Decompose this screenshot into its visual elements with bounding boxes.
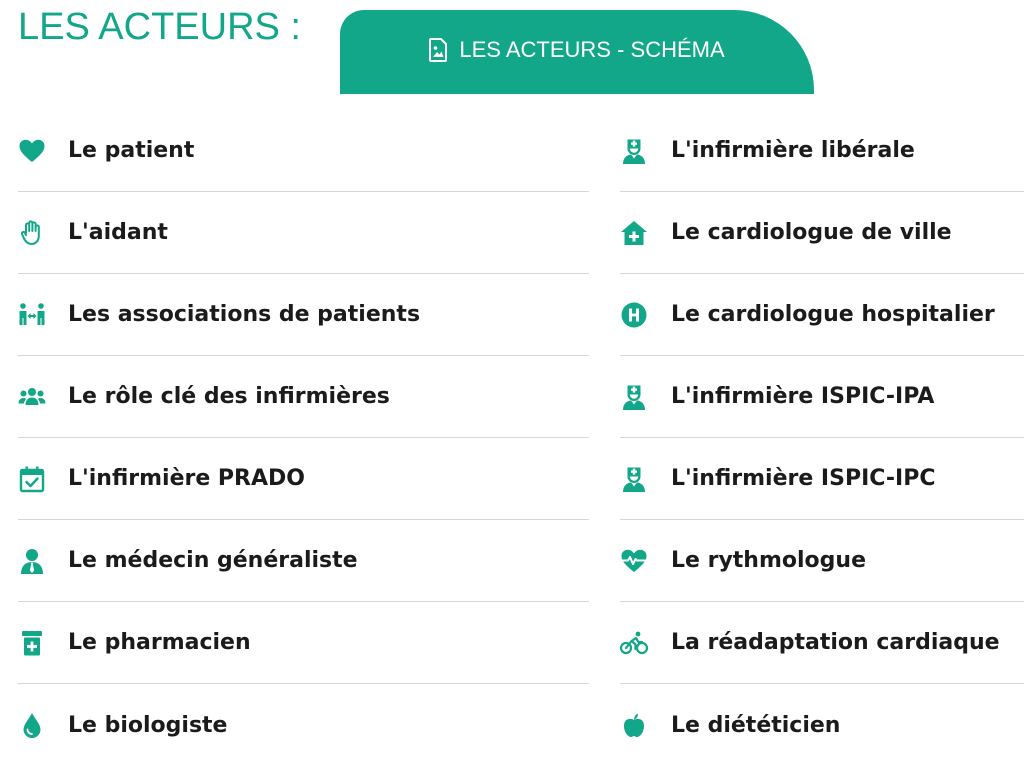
hospital-h-icon — [620, 301, 648, 329]
actor-label: Le patient — [68, 138, 195, 163]
actor-label: Le rythmologue — [671, 548, 866, 573]
actor-item-patient[interactable]: Le patient — [18, 110, 589, 192]
image-file-icon — [429, 38, 448, 62]
schema-tab-label: LES ACTEURS - SCHÉMA — [459, 37, 725, 62]
user-tie-icon — [18, 547, 46, 575]
actor-item-infirmiere-liberale[interactable]: L'infirmière libérale — [620, 110, 1024, 192]
nurse-icon — [620, 137, 648, 165]
actor-label: L'aidant — [68, 220, 168, 245]
actor-label: L'infirmière PRADO — [68, 466, 305, 491]
actor-item-aidant[interactable]: L'aidant — [18, 192, 589, 274]
apple-icon — [620, 711, 648, 739]
actor-label: Le pharmacien — [68, 630, 251, 655]
page-title: LES ACTEURS : — [18, 6, 301, 48]
actors-list-left: Le patient L'aidant Les associations de … — [18, 110, 589, 766]
nurse-icon — [620, 465, 648, 493]
heart-icon — [18, 137, 46, 165]
hand-icon — [18, 219, 46, 247]
users-group-icon — [18, 383, 46, 411]
nurse-icon — [620, 383, 648, 411]
actor-item-cardiologue-hospitalier[interactable]: Le cardiologue hospitalier — [620, 274, 1024, 356]
actor-label: La réadaptation cardiaque — [671, 630, 1000, 655]
heartbeat-icon — [620, 547, 648, 575]
actors-page: LES ACTEURS : LES ACTEURS - SCHÉMA Le pa… — [0, 0, 1024, 778]
actor-item-dieteticien[interactable]: Le diététicien — [620, 684, 1024, 766]
actor-label: Le rôle clé des infirmières — [68, 384, 390, 409]
actor-item-cardiologue-ville[interactable]: Le cardiologue de ville — [620, 192, 1024, 274]
actor-label: Le médecin généraliste — [68, 548, 358, 573]
actor-label: L'infirmière ISPIC-IPA — [671, 384, 935, 409]
bicycle-icon — [620, 629, 648, 657]
actor-item-associations[interactable]: Les associations de patients — [18, 274, 589, 356]
actor-item-biologiste[interactable]: Le biologiste — [18, 684, 589, 766]
clinic-house-icon — [620, 219, 648, 247]
actor-label: Les associations de patients — [68, 302, 421, 327]
actor-item-prado[interactable]: L'infirmière PRADO — [18, 438, 589, 520]
actor-item-medecin[interactable]: Le médecin généraliste — [18, 520, 589, 602]
actor-label: Le biologiste — [68, 712, 228, 738]
droplet-icon — [18, 711, 46, 739]
actor-label: Le diététicien — [671, 712, 841, 738]
calendar-check-icon — [18, 465, 46, 493]
actor-item-readaptation[interactable]: La réadaptation cardiaque — [620, 602, 1024, 684]
actor-item-infirmieres-role[interactable]: Le rôle clé des infirmières — [18, 356, 589, 438]
actor-item-pharmacien[interactable]: Le pharmacien — [18, 602, 589, 684]
actor-item-ispic-ipc[interactable]: L'infirmière ISPIC-IPC — [620, 438, 1024, 520]
prescription-bottle-icon — [18, 629, 46, 657]
actor-label: L'infirmière libérale — [671, 138, 915, 163]
actor-label: Le cardiologue hospitalier — [671, 302, 995, 327]
actor-label: Le cardiologue de ville — [671, 220, 952, 245]
people-arrows-icon — [18, 301, 46, 329]
actor-label: L'infirmière ISPIC-IPC — [671, 466, 936, 491]
actor-item-rythmologue[interactable]: Le rythmologue — [620, 520, 1024, 602]
actor-item-ispic-ipa[interactable]: L'infirmière ISPIC-IPA — [620, 356, 1024, 438]
actors-list-right: L'infirmière libérale Le cardiologue de … — [620, 110, 1024, 766]
schema-tab-button[interactable]: LES ACTEURS - SCHÉMA — [340, 10, 814, 94]
